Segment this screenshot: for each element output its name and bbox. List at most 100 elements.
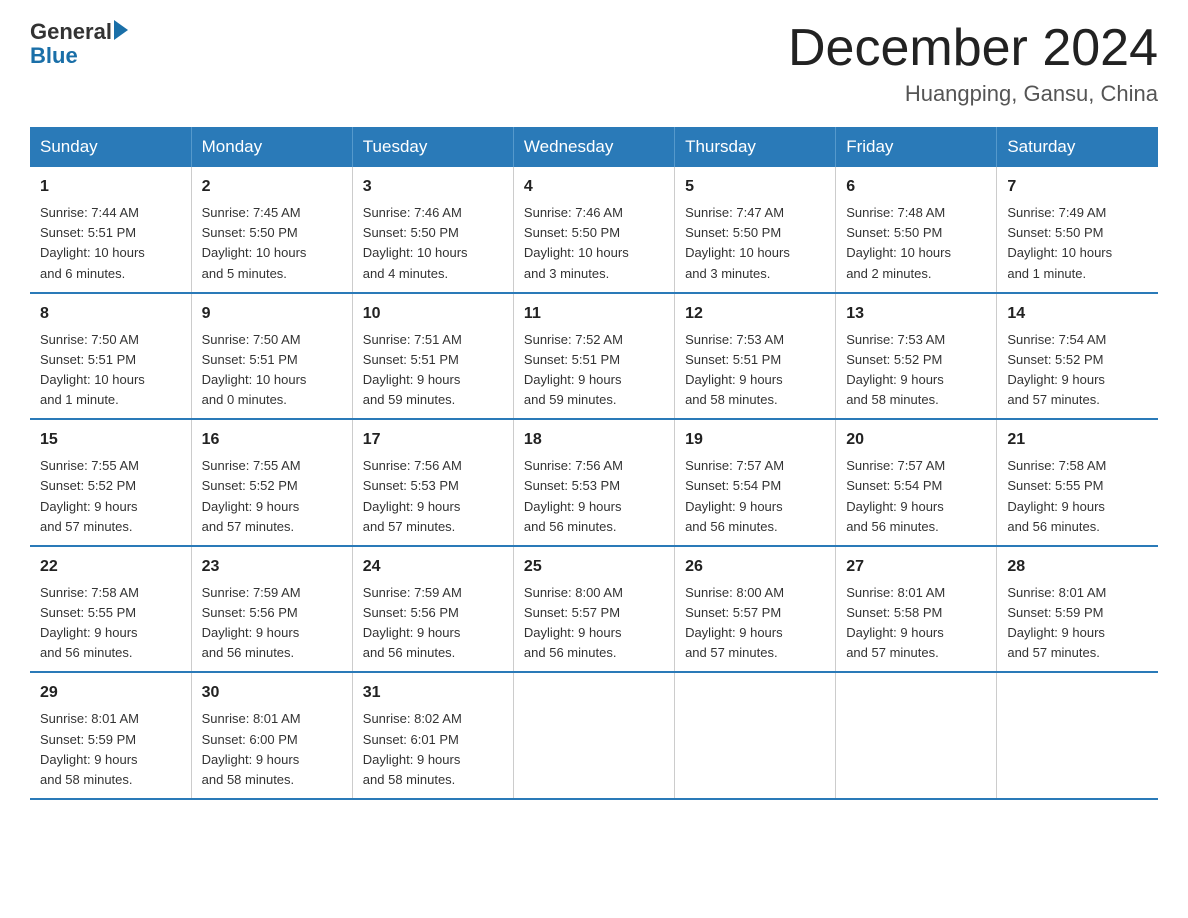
calendar-cell (513, 672, 674, 799)
calendar-cell: 29 Sunrise: 8:01 AM Sunset: 5:59 PM Dayli… (30, 672, 191, 799)
calendar-cell: 24 Sunrise: 7:59 AM Sunset: 5:56 PM Dayli… (352, 546, 513, 673)
calendar-cell: 14 Sunrise: 7:54 AM Sunset: 5:52 PM Dayli… (997, 293, 1158, 420)
calendar-cell: 26Sunrise: 8:00 AM Sunset: 5:57 PM Dayli… (675, 546, 836, 673)
page-header: General Blue December 2024 Huangping, Ga… (30, 20, 1158, 107)
calendar-cell: 21 Sunrise: 7:58 AM Sunset: 5:55 PM Dayli… (997, 419, 1158, 546)
day-info: Sunrise: 7:57 AM Sunset: 5:54 PM Dayligh… (846, 456, 986, 537)
weekday-header-friday: Friday (836, 127, 997, 167)
calendar-cell: 11Sunrise: 7:52 AM Sunset: 5:51 PM Dayli… (513, 293, 674, 420)
weekday-header-tuesday: Tuesday (352, 127, 513, 167)
calendar-cell: 17Sunrise: 7:56 AM Sunset: 5:53 PM Dayli… (352, 419, 513, 546)
calendar-cell: 13 Sunrise: 7:53 AM Sunset: 5:52 PM Dayli… (836, 293, 997, 420)
calendar-cell: 30 Sunrise: 8:01 AM Sunset: 6:00 PM Dayli… (191, 672, 352, 799)
calendar-cell: 9Sunrise: 7:50 AM Sunset: 5:51 PM Daylig… (191, 293, 352, 420)
day-info: Sunrise: 7:54 AM Sunset: 5:52 PM Dayligh… (1007, 330, 1148, 411)
day-info: Sunrise: 7:45 AM Sunset: 5:50 PM Dayligh… (202, 203, 342, 284)
day-number: 20 (846, 428, 986, 452)
weekday-header-monday: Monday (191, 127, 352, 167)
weekday-header-sunday: Sunday (30, 127, 191, 167)
day-info: Sunrise: 7:58 AM Sunset: 5:55 PM Dayligh… (40, 583, 181, 664)
day-number: 25 (524, 555, 664, 579)
day-info: Sunrise: 7:59 AM Sunset: 5:56 PM Dayligh… (363, 583, 503, 664)
calendar-cell: 6Sunrise: 7:48 AM Sunset: 5:50 PM Daylig… (836, 167, 997, 293)
day-number: 11 (524, 302, 664, 326)
day-number: 21 (1007, 428, 1148, 452)
calendar-cell: 3 Sunrise: 7:46 AM Sunset: 5:50 PM Daylig… (352, 167, 513, 293)
day-info: Sunrise: 7:50 AM Sunset: 5:51 PM Dayligh… (40, 330, 181, 411)
day-info: Sunrise: 7:47 AM Sunset: 5:50 PM Dayligh… (685, 203, 825, 284)
calendar-cell: 23Sunrise: 7:59 AM Sunset: 5:56 PM Dayli… (191, 546, 352, 673)
day-number: 18 (524, 428, 664, 452)
day-number: 27 (846, 555, 986, 579)
calendar-week-row: 1Sunrise: 7:44 AM Sunset: 5:51 PM Daylig… (30, 167, 1158, 293)
day-info: Sunrise: 7:57 AM Sunset: 5:54 PM Dayligh… (685, 456, 825, 537)
day-info: Sunrise: 7:55 AM Sunset: 5:52 PM Dayligh… (40, 456, 181, 537)
day-info: Sunrise: 7:48 AM Sunset: 5:50 PM Dayligh… (846, 203, 986, 284)
logo-arrow-icon (114, 20, 128, 40)
day-info: Sunrise: 7:49 AM Sunset: 5:50 PM Dayligh… (1007, 203, 1148, 284)
calendar-cell: 4Sunrise: 7:46 AM Sunset: 5:50 PM Daylig… (513, 167, 674, 293)
calendar-cell: 12Sunrise: 7:53 AM Sunset: 5:51 PM Dayli… (675, 293, 836, 420)
day-info: Sunrise: 7:58 AM Sunset: 5:55 PM Dayligh… (1007, 456, 1148, 537)
day-info: Sunrise: 8:01 AM Sunset: 5:59 PM Dayligh… (40, 709, 181, 790)
calendar-cell: 8 Sunrise: 7:50 AM Sunset: 5:51 PM Daylig… (30, 293, 191, 420)
day-number: 29 (40, 681, 181, 705)
day-info: Sunrise: 7:55 AM Sunset: 5:52 PM Dayligh… (202, 456, 342, 537)
day-number: 14 (1007, 302, 1148, 326)
day-info: Sunrise: 7:56 AM Sunset: 5:53 PM Dayligh… (524, 456, 664, 537)
day-info: Sunrise: 8:01 AM Sunset: 6:00 PM Dayligh… (202, 709, 342, 790)
day-number: 4 (524, 175, 664, 199)
calendar-cell: 31 Sunrise: 8:02 AM Sunset: 6:01 PM Dayli… (352, 672, 513, 799)
calendar-cell: 2 Sunrise: 7:45 AM Sunset: 5:50 PM Daylig… (191, 167, 352, 293)
calendar-cell: 5 Sunrise: 7:47 AM Sunset: 5:50 PM Daylig… (675, 167, 836, 293)
calendar-week-row: 29 Sunrise: 8:01 AM Sunset: 5:59 PM Dayli… (30, 672, 1158, 799)
calendar-cell: 1Sunrise: 7:44 AM Sunset: 5:51 PM Daylig… (30, 167, 191, 293)
calendar-week-row: 15 Sunrise: 7:55 AM Sunset: 5:52 PM Dayli… (30, 419, 1158, 546)
logo-general-text: General (30, 20, 112, 44)
day-number: 2 (202, 175, 342, 199)
day-info: Sunrise: 8:02 AM Sunset: 6:01 PM Dayligh… (363, 709, 503, 790)
day-info: Sunrise: 7:53 AM Sunset: 5:52 PM Dayligh… (846, 330, 986, 411)
day-number: 9 (202, 302, 342, 326)
logo-blue-text: Blue (30, 44, 128, 68)
day-info: Sunrise: 8:00 AM Sunset: 5:57 PM Dayligh… (685, 583, 825, 664)
calendar-cell: 16 Sunrise: 7:55 AM Sunset: 5:52 PM Dayli… (191, 419, 352, 546)
day-info: Sunrise: 7:46 AM Sunset: 5:50 PM Dayligh… (363, 203, 503, 284)
weekday-header-thursday: Thursday (675, 127, 836, 167)
day-info: Sunrise: 8:01 AM Sunset: 5:59 PM Dayligh… (1007, 583, 1148, 664)
month-title: December 2024 (788, 20, 1158, 77)
day-number: 12 (685, 302, 825, 326)
calendar-cell (997, 672, 1158, 799)
calendar-cell: 28Sunrise: 8:01 AM Sunset: 5:59 PM Dayli… (997, 546, 1158, 673)
calendar-cell: 22 Sunrise: 7:58 AM Sunset: 5:55 PM Dayli… (30, 546, 191, 673)
calendar-cell: 25Sunrise: 8:00 AM Sunset: 5:57 PM Dayli… (513, 546, 674, 673)
day-number: 16 (202, 428, 342, 452)
day-number: 30 (202, 681, 342, 705)
calendar-week-row: 22 Sunrise: 7:58 AM Sunset: 5:55 PM Dayli… (30, 546, 1158, 673)
day-number: 5 (685, 175, 825, 199)
calendar-cell: 7 Sunrise: 7:49 AM Sunset: 5:50 PM Daylig… (997, 167, 1158, 293)
weekday-header-wednesday: Wednesday (513, 127, 674, 167)
calendar-week-row: 8 Sunrise: 7:50 AM Sunset: 5:51 PM Daylig… (30, 293, 1158, 420)
day-number: 7 (1007, 175, 1148, 199)
day-number: 13 (846, 302, 986, 326)
day-number: 8 (40, 302, 181, 326)
day-number: 19 (685, 428, 825, 452)
day-number: 10 (363, 302, 503, 326)
day-number: 15 (40, 428, 181, 452)
day-number: 22 (40, 555, 181, 579)
day-number: 24 (363, 555, 503, 579)
logo: General Blue (30, 20, 128, 68)
location-text: Huangping, Gansu, China (788, 81, 1158, 107)
day-number: 31 (363, 681, 503, 705)
day-info: Sunrise: 7:56 AM Sunset: 5:53 PM Dayligh… (363, 456, 503, 537)
calendar-table: SundayMondayTuesdayWednesdayThursdayFrid… (30, 127, 1158, 800)
weekday-header-saturday: Saturday (997, 127, 1158, 167)
day-number: 23 (202, 555, 342, 579)
day-info: Sunrise: 7:44 AM Sunset: 5:51 PM Dayligh… (40, 203, 181, 284)
calendar-cell: 18 Sunrise: 7:56 AM Sunset: 5:53 PM Dayli… (513, 419, 674, 546)
calendar-cell: 20 Sunrise: 7:57 AM Sunset: 5:54 PM Dayli… (836, 419, 997, 546)
title-block: December 2024 Huangping, Gansu, China (788, 20, 1158, 107)
day-number: 3 (363, 175, 503, 199)
day-info: Sunrise: 7:51 AM Sunset: 5:51 PM Dayligh… (363, 330, 503, 411)
